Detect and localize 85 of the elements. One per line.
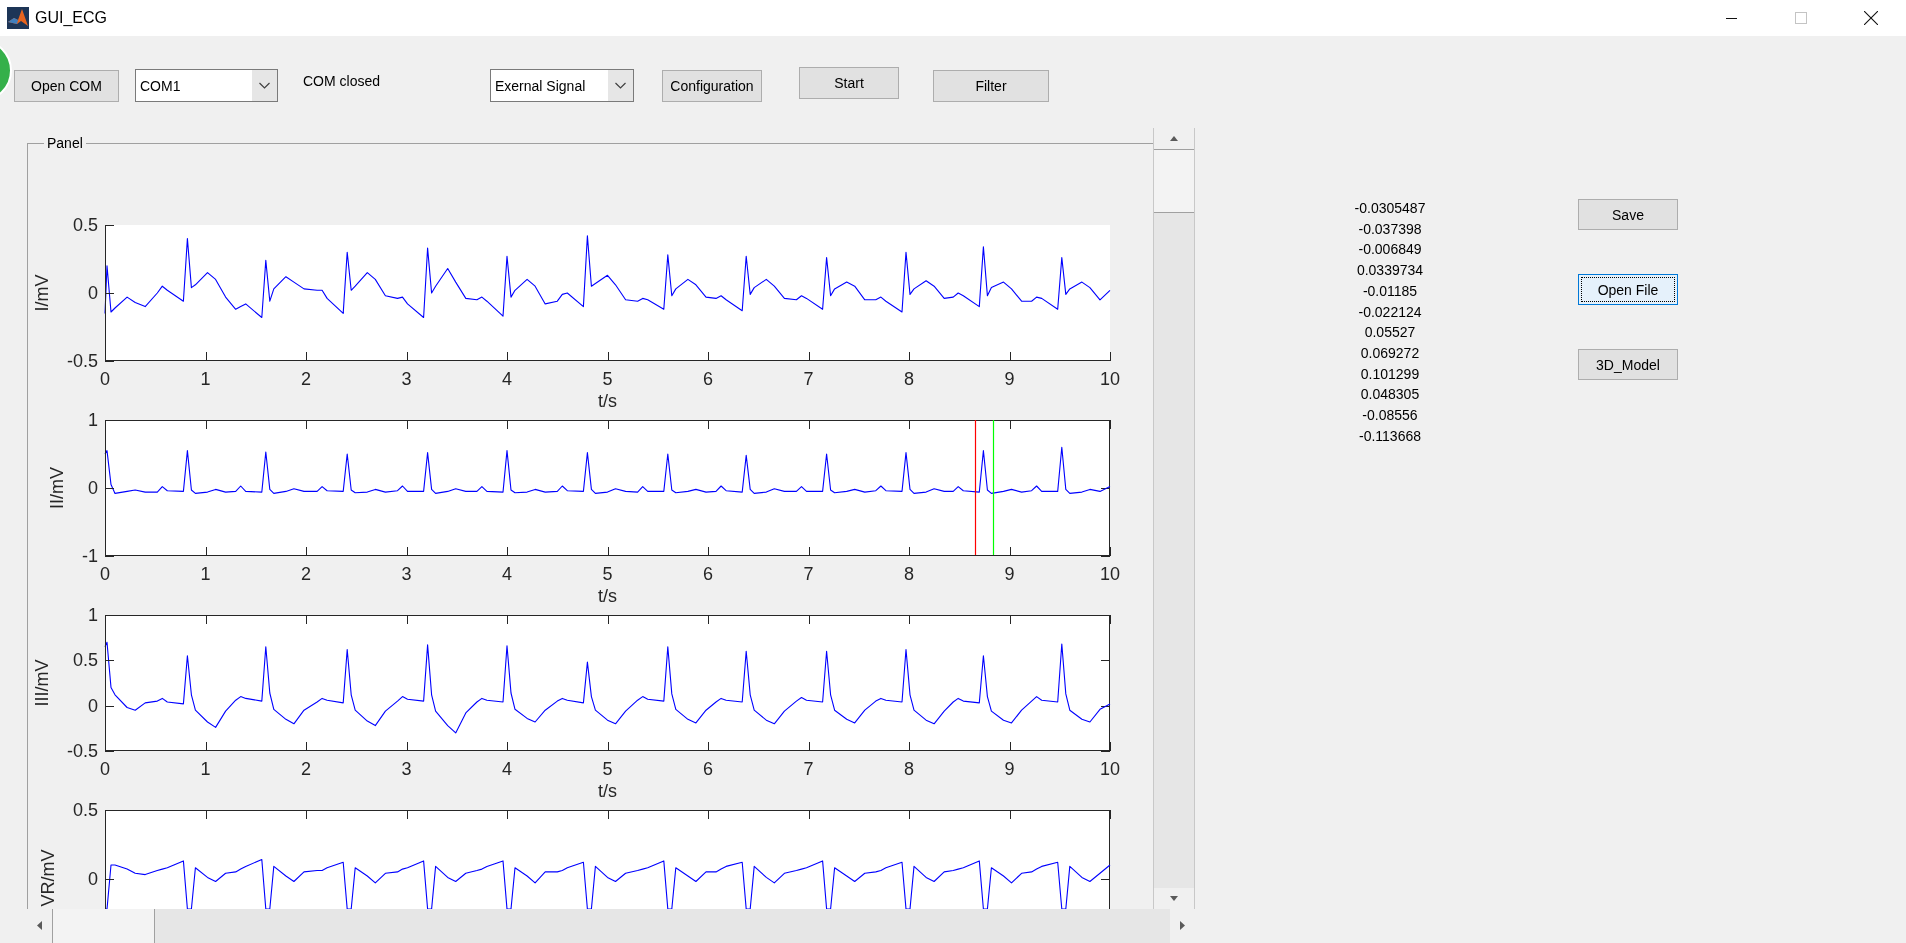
tick-label: 0 [100, 369, 110, 389]
axis-label: VR/mV [38, 849, 59, 907]
chevron-down-icon[interactable] [608, 70, 633, 101]
tick-label: 5 [602, 564, 613, 584]
value-text: 0.101299 [1360, 364, 1420, 384]
tick-label: -0.5 [66, 351, 98, 371]
value-text: 0.048305 [1360, 385, 1420, 405]
status-text: COM closed [303, 73, 381, 90]
tick-label: 0 [88, 283, 98, 303]
tick-label: 0 [100, 759, 110, 779]
value-text: -0.01185 [1362, 281, 1418, 301]
tick-label: 1 [200, 759, 211, 779]
value-text: -0.037398 [1358, 219, 1422, 239]
tick-label: 3 [401, 759, 412, 779]
toolbar-button[interactable]: Filter [933, 70, 1049, 102]
caret-up-icon[interactable] [1154, 128, 1194, 149]
value-text: -0.022124 [1358, 302, 1422, 322]
dropdown-select[interactable]: Exernal Signal [490, 69, 634, 102]
tick-label: 9 [1004, 759, 1015, 779]
tick-label: 0 [88, 695, 98, 716]
chevron-down-icon[interactable] [252, 70, 277, 101]
dropdown-select[interactable]: COM1 [135, 69, 278, 102]
tick-label: 4 [502, 564, 512, 584]
caret-down-icon[interactable] [1154, 888, 1194, 909]
action-button[interactable]: 3D_Model [1578, 349, 1678, 380]
tick-label: 9 [1004, 564, 1015, 584]
tick-label: 4 [502, 369, 512, 389]
axis-label: I/mV [32, 274, 53, 312]
tick-label: 7 [803, 564, 814, 584]
tick-label: 7 [803, 759, 814, 779]
tick-label: 1 [88, 605, 98, 625]
tick-label: 2 [301, 564, 311, 584]
tick-label: 10 [1100, 564, 1120, 584]
value-text: -0.08556 [1362, 406, 1418, 426]
tick-label: -1 [82, 546, 98, 566]
value-text: -0.113668 [1359, 426, 1421, 446]
tick-label: 9 [1004, 369, 1015, 389]
value-text: -0.006849 [1358, 240, 1422, 260]
tick-label: 0 [100, 564, 110, 584]
tick-label: 6 [703, 759, 713, 779]
tick-label: 0.5 [72, 650, 98, 671]
tick-label: 6 [703, 369, 713, 389]
window-title: GUI_ECG [35, 8, 107, 28]
tick-label: 0 [88, 868, 98, 889]
tick-label: 1 [200, 564, 211, 584]
tick-label: 5 [602, 759, 613, 779]
tick-label: 0 [88, 478, 98, 498]
toolbar-button[interactable]: Open COM [14, 70, 119, 102]
tick-label: 2 [301, 759, 311, 779]
action-button[interactable]: Save [1578, 199, 1678, 230]
axis-label: t/s [598, 391, 617, 410]
value-text: -0.0305487 [1354, 199, 1426, 218]
tick-label: 10 [1100, 759, 1120, 779]
tick-label: 7 [803, 369, 814, 389]
minimize-icon[interactable] [1725, 17, 1737, 19]
tick-label: 6 [703, 564, 713, 584]
value-text: 0.0339734 [1356, 261, 1424, 281]
tick-label: 2 [301, 369, 311, 389]
app-icon [7, 7, 29, 29]
tick-label: 8 [904, 759, 914, 779]
value-text: 0.069272 [1360, 343, 1420, 363]
tick-label: 8 [904, 564, 914, 584]
tick-label: 4 [502, 759, 512, 779]
value-text: 0.05527 [1364, 323, 1416, 343]
scrollbar-thumb[interactable] [1154, 149, 1194, 213]
axis-label: t/s [598, 586, 617, 605]
tick-label: 3 [401, 564, 412, 584]
tick-label: 0.5 [72, 215, 98, 235]
scrollbar-thumb[interactable] [52, 909, 155, 943]
axis-label: III/mV [32, 659, 53, 707]
toolbar-button[interactable]: Start [799, 67, 899, 99]
cursor-line[interactable] [974, 419, 977, 557]
axis-label: II/mV [47, 467, 68, 509]
toolbar-button[interactable]: Configuration [662, 70, 762, 102]
action-button[interactable]: Open File [1578, 274, 1678, 305]
tick-label: -0.5 [66, 741, 98, 761]
tick-label: 3 [401, 369, 412, 389]
tick-label: 1 [88, 410, 98, 430]
tick-label: 0.5 [72, 800, 98, 820]
tick-label: 10 [1100, 369, 1120, 389]
axis-label: t/s [598, 781, 617, 800]
close-icon[interactable] [1864, 11, 1878, 25]
tick-label: 5 [602, 369, 613, 389]
tick-label: 1 [200, 369, 211, 389]
tick-label: 8 [904, 369, 914, 389]
